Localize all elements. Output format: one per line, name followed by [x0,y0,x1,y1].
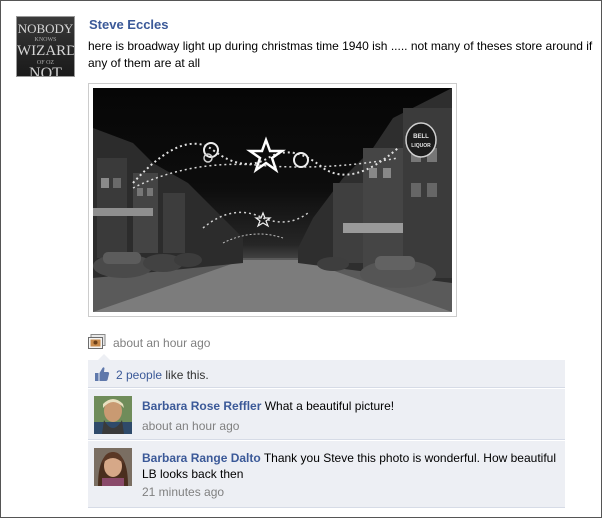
photo-icon [88,334,106,349]
post-timestamp-link[interactable]: about an hour ago [113,336,210,350]
feed-story: NOBODY KNOWS WIZARD OF OZ NOT Steve Eccl… [0,0,602,518]
author-name-link[interactable]: Steve Eccles [89,17,169,32]
sign-text-2: LIQUOR [411,143,431,149]
commenter-avatar[interactable] [94,396,132,434]
likes-count-link[interactable]: 2 people [116,368,162,382]
comment-timestamp[interactable]: about an hour ago [142,418,557,434]
likes-bar: 2 people like this. [88,354,565,388]
comment-body: Barbara Rose Reffler What a beautiful pi… [142,398,557,434]
likes-summary: 2 people like this. [116,368,209,382]
photo-image: BELL LIQUOR [93,88,452,312]
comment-text: What a beautiful picture! [264,399,395,413]
commenter-name-link[interactable]: Barbara Rose Reffler [142,399,261,413]
author-avatar[interactable]: NOBODY KNOWS WIZARD OF OZ NOT [16,16,75,77]
avatar-logo-text-3: WIZARD [17,43,75,59]
comment-timestamp[interactable]: 21 minutes ago [142,484,557,500]
likes-suffix: like this. [162,368,209,382]
post-photo[interactable]: BELL LIQUOR [88,83,457,317]
avatar-logo-text-1: NOBODY [17,21,74,36]
comment-item: Barbara Rose Reffler What a beautiful pi… [88,389,565,440]
commenter-avatar[interactable] [94,448,132,486]
photo-scene: BELL LIQUOR [93,88,452,312]
comment-body: Barbara Range Dalto Thank you Steve this… [142,450,557,500]
comment-item: Barbara Range Dalto Thank you Steve this… [88,441,565,508]
commenter-name-link[interactable]: Barbara Range Dalto [142,451,261,465]
thumbs-up-icon [95,367,110,381]
avatar-logo-text-5: NOT [29,65,62,77]
sign-text-1: BELL [413,134,429,140]
post-message: here is broadway light up during christm… [88,39,593,70]
